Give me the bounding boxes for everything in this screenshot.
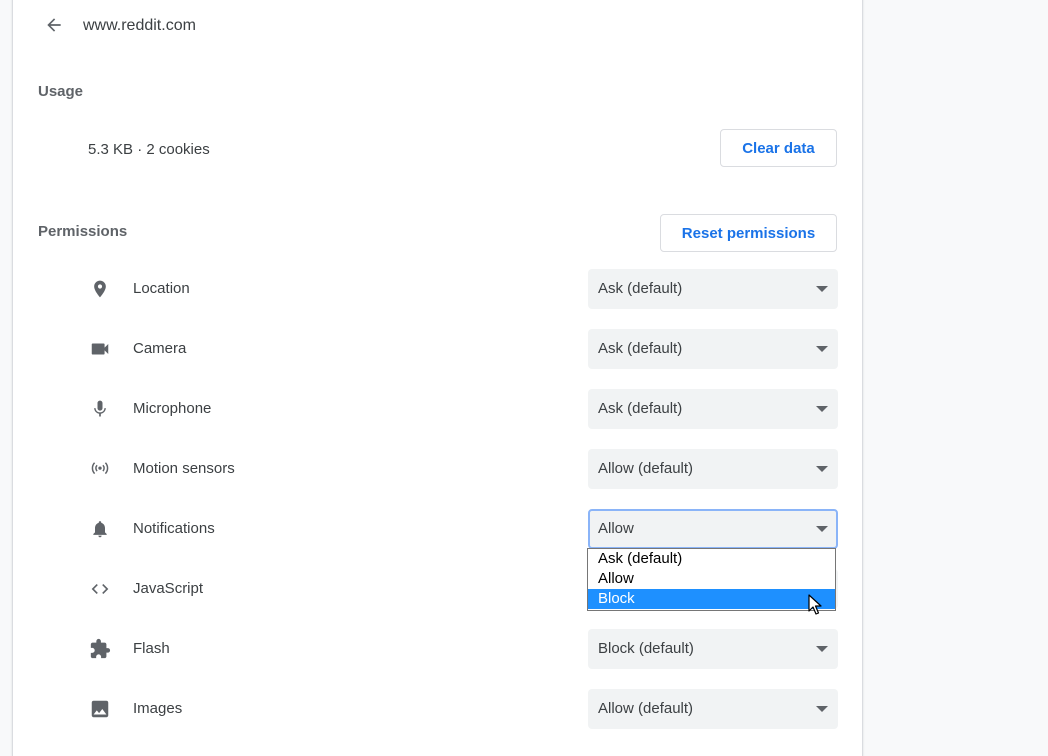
mouse-cursor-icon [808,594,822,615]
images-select[interactable]: Allow (default) [588,689,838,729]
select-value: Block (default) [598,640,694,657]
permission-row-images: Images Allow (default) [13,689,862,729]
chevron-down-icon [816,526,828,532]
permission-row-camera: Camera Ask (default) [13,329,862,369]
permission-row-location: Location Ask (default) [13,269,862,309]
permission-label: Microphone [133,400,212,417]
permission-label: JavaScript [133,580,204,597]
permission-label: Notifications [133,520,215,537]
flash-select[interactable]: Block (default) [588,629,838,669]
chevron-down-icon [816,466,828,472]
dropdown-option-ask[interactable]: Ask (default) [588,549,835,569]
microphone-select[interactable]: Ask (default) [588,389,838,429]
back-button[interactable] [41,12,67,38]
permission-row-notifications: Notifications Allow [13,509,862,549]
reset-permissions-button[interactable]: Reset permissions [660,214,837,252]
select-value: Allow [598,520,634,537]
microphone-icon [88,397,112,421]
permission-label: Flash [133,640,170,657]
chevron-down-icon [816,706,828,712]
image-icon [88,697,112,721]
motion-sensors-select[interactable]: Allow (default) [588,449,838,489]
dropdown-option-block[interactable]: Block [588,589,835,609]
permission-label: Location [133,280,190,297]
permission-row-flash: Flash Block (default) [13,629,862,669]
select-value: Ask (default) [598,340,683,357]
notifications-dropdown-list: Ask (default) Allow Block [587,548,836,611]
code-icon [88,577,112,601]
puzzle-icon [88,637,112,661]
permission-label: Camera [133,340,187,357]
chevron-down-icon [816,286,828,292]
arrow-back-icon [47,18,61,32]
location-select[interactable]: Ask (default) [588,269,838,309]
select-value: Ask (default) [598,400,683,417]
chevron-down-icon [816,646,828,652]
chevron-down-icon [816,346,828,352]
site-title: www.reddit.com [83,17,196,34]
select-value: Ask (default) [598,280,683,297]
permission-label: Images [133,700,183,717]
location-pin-icon [88,277,112,301]
usage-summary: 5.3 KB · 2 cookies [88,141,210,158]
usage-title: Usage [38,83,84,100]
clear-data-button[interactable]: Clear data [720,129,837,167]
chevron-down-icon [816,406,828,412]
select-value: Allow (default) [598,460,694,477]
camera-select[interactable]: Ask (default) [588,329,838,369]
dropdown-option-allow[interactable]: Allow [588,569,835,589]
permission-row-motion-sensors: Motion sensors Allow (default) [13,449,862,489]
camera-icon [88,337,112,361]
notifications-select[interactable]: Allow [588,509,838,549]
site-settings-card: www.reddit.com Usage 5.3 KB · 2 cookies … [12,0,863,756]
permission-row-microphone: Microphone Ask (default) [13,389,862,429]
permissions-title: Permissions [38,223,128,240]
bell-icon [88,517,112,541]
select-value: Allow (default) [598,700,694,717]
permission-label: Motion sensors [133,460,235,477]
motion-sensors-icon [88,457,112,481]
